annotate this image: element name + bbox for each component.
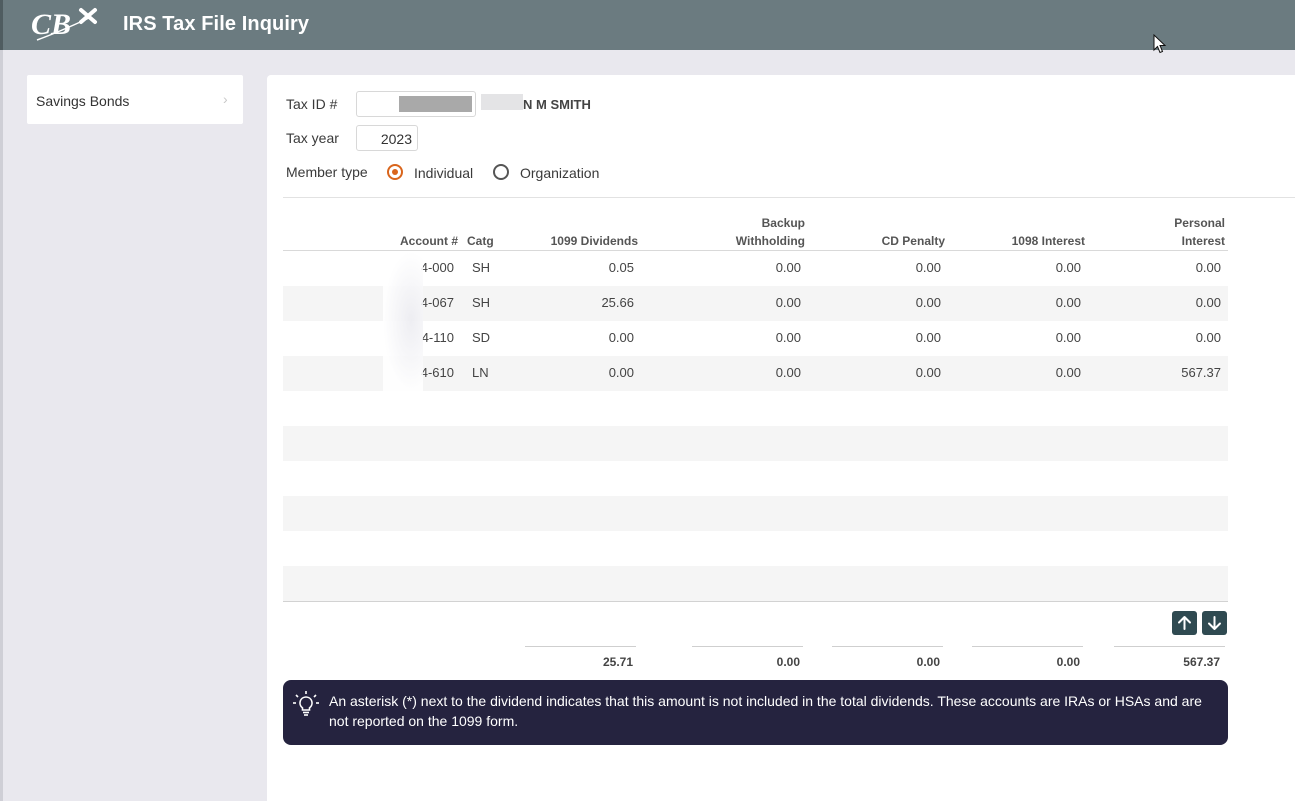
empty-row <box>283 531 1228 566</box>
total-underline-cd-penalty <box>832 646 943 647</box>
tax-id-input[interactable] <box>356 91 476 117</box>
sidebar-item-savings-bonds[interactable]: Savings Bonds › <box>27 75 243 124</box>
total-cd-penalty: 0.00 <box>916 655 940 669</box>
cell-cd-penalty: 0.00 <box>915 295 941 310</box>
table-row[interactable]: 4-110 SD 0.00 0.00 0.00 0.00 0.00 <box>283 321 1228 356</box>
main-panel: Tax ID # N M SMITH Tax year 2023 Member … <box>267 75 1295 801</box>
cell-catg: SH <box>472 260 491 275</box>
col-account: Account # <box>399 234 458 248</box>
left-edge <box>0 50 3 801</box>
radio-individual[interactable] <box>387 164 403 180</box>
redacted-name <box>481 94 523 110</box>
table-body: 4-000 SH 0.05 0.00 0.00 0.00 0.00 4-067 … <box>283 251 1228 601</box>
table-row[interactable]: 4-067 SH 25.66 0.00 0.00 0.00 0.00 <box>283 286 1228 321</box>
app-header: CB IRS Tax File Inquiry <box>0 0 1295 54</box>
col-backup-line2: Withholding <box>735 234 805 248</box>
cell-dividends: 0.05 <box>608 260 634 275</box>
col-1098-interest: 1098 Interest <box>1011 234 1085 248</box>
cell-backup: 0.00 <box>775 260 801 275</box>
arrow-down-icon <box>1208 616 1221 630</box>
svg-text:CB: CB <box>31 8 71 41</box>
total-dividends: 25.71 <box>602 655 633 669</box>
cell-backup: 0.00 <box>775 365 801 380</box>
mouse-cursor-icon <box>1153 34 1167 54</box>
cell-personal: 567.37 <box>1181 365 1221 380</box>
col-personal-line2: Interest <box>1181 234 1225 248</box>
member-type-label: Member type <box>286 164 368 180</box>
col-backup-line1: Backup <box>761 216 805 230</box>
empty-row <box>283 426 1228 461</box>
cell-account: 4-067 <box>420 295 454 310</box>
cell-cd-penalty: 0.00 <box>915 365 941 380</box>
empty-row <box>283 391 1228 426</box>
cell-1098-interest: 0.00 <box>1055 330 1081 345</box>
total-backup: 0.00 <box>776 655 800 669</box>
lightbulb-icon <box>293 691 319 716</box>
section-divider <box>283 197 1295 198</box>
total-underline-dividends <box>525 646 636 647</box>
total-personal: 567.37 <box>1183 655 1220 669</box>
info-text: An asterisk (*) next to the dividend ind… <box>329 693 1202 729</box>
tax-year-label: Tax year <box>286 130 339 146</box>
total-underline-1098 <box>972 646 1083 647</box>
app-title: IRS Tax File Inquiry <box>123 13 310 35</box>
cell-personal: 0.00 <box>1195 260 1221 275</box>
empty-row <box>283 461 1228 496</box>
tax-id-label: Tax ID # <box>286 96 338 112</box>
cell-catg: SD <box>472 330 491 345</box>
cell-dividends: 0.00 <box>608 365 634 380</box>
redacted-account-prefix <box>383 251 423 391</box>
table-bottom-line <box>283 601 1228 602</box>
empty-row <box>283 496 1228 531</box>
total-1098-interest: 0.00 <box>1056 655 1080 669</box>
cell-personal: 0.00 <box>1195 295 1221 310</box>
member-name: N M SMITH <box>523 97 591 112</box>
radio-organization[interactable] <box>493 164 509 180</box>
scroll-up-button[interactable] <box>1172 611 1197 635</box>
cell-backup: 0.00 <box>775 295 801 310</box>
radio-organization-label: Organization <box>520 165 600 181</box>
radio-individual-label: Individual <box>414 165 474 181</box>
total-underline-backup <box>692 646 803 647</box>
cell-catg: SH <box>472 295 491 310</box>
arrow-up-icon <box>1178 616 1191 630</box>
cell-account: 4-610 <box>420 365 454 380</box>
cell-cd-penalty: 0.00 <box>915 260 941 275</box>
cell-cd-penalty: 0.00 <box>915 330 941 345</box>
scroll-down-button[interactable] <box>1202 611 1227 635</box>
col-dividends: 1099 Dividends <box>550 234 638 248</box>
tax-year-input[interactable]: 2023 <box>356 125 418 151</box>
cell-dividends: 0.00 <box>608 330 634 345</box>
col-cd-penalty: CD Penalty <box>881 234 945 248</box>
sidebar-item-label: Savings Bonds <box>36 93 130 109</box>
col-catg: Catg <box>467 234 494 248</box>
cell-catg: LN <box>472 365 489 380</box>
col-personal-line1: Personal <box>1174 216 1225 230</box>
table-row[interactable]: 4-610 LN 0.00 0.00 0.00 0.00 567.37 <box>283 356 1228 391</box>
redacted-tax-id <box>399 96 472 112</box>
total-underline-personal <box>1114 646 1225 647</box>
info-banner: An asterisk (*) next to the dividend ind… <box>283 680 1228 745</box>
cell-account: 4-110 <box>421 330 454 345</box>
table-row[interactable]: 4-000 SH 0.05 0.00 0.00 0.00 0.00 <box>283 251 1228 286</box>
cell-1098-interest: 0.00 <box>1055 365 1081 380</box>
cell-personal: 0.00 <box>1195 330 1221 345</box>
chevron-right-icon: › <box>223 91 228 107</box>
cell-1098-interest: 0.00 <box>1055 260 1081 275</box>
cell-backup: 0.00 <box>775 330 801 345</box>
cell-account: 4-000 <box>420 260 454 275</box>
cell-dividends: 25.66 <box>601 295 634 310</box>
empty-row <box>283 566 1228 601</box>
cbx-logo: CB <box>31 8 97 41</box>
cell-1098-interest: 0.00 <box>1055 295 1081 310</box>
